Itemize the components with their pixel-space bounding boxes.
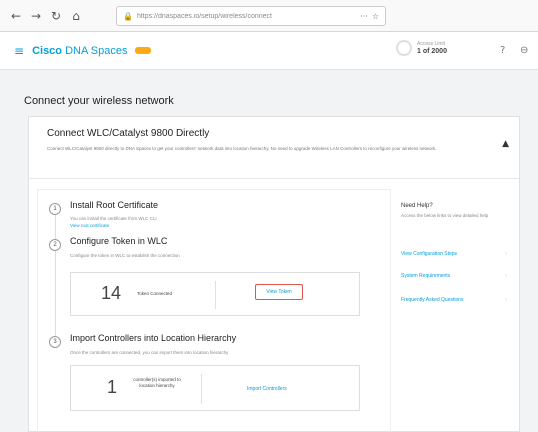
step-subtitle-1: You can install the certificate from WLC…	[70, 216, 157, 221]
step-title-2: Configure Token in WLC	[70, 236, 168, 246]
hamburger-menu-icon[interactable]: ≡	[14, 44, 24, 58]
address-bar[interactable]: 🔒 https://dnaspaces.io/setup/wireless/co…	[116, 6, 386, 26]
step-subtitle-3: Once the controllers are connected, you …	[70, 350, 229, 355]
stat-divider	[215, 281, 216, 309]
brand-prefix: Cisco	[32, 44, 63, 57]
account-usage-label: Access Limit	[417, 40, 446, 47]
help-link-configuration-steps[interactable]: View Configuration Steps ›	[401, 251, 513, 257]
controller-stat-box: 1 controller(s) imported to location hie…	[70, 365, 360, 411]
step-number-3: 3	[49, 336, 61, 348]
browser-toolbar: ← → ↻ ⌂ 🔒 https://dnaspaces.io/setup/wir…	[0, 0, 538, 32]
step-number-2: 2	[49, 239, 61, 251]
brand-badge	[134, 47, 151, 55]
brand-name: DNA Spaces	[65, 44, 128, 57]
stat-divider	[201, 374, 202, 404]
controller-count: 1	[107, 377, 118, 397]
brand-logo[interactable]: Cisco DNA Spaces	[32, 44, 151, 57]
chevron-right-icon: ›	[505, 251, 507, 257]
chevron-right-icon: ›	[505, 297, 507, 303]
card-description: Connect WLC/Catalyst 9800 directly to DN…	[47, 146, 437, 151]
account-usage-count: 1 of 2000	[417, 47, 447, 55]
step-title-3: Import Controllers into Location Hierarc…	[70, 333, 237, 343]
step-connector	[55, 214, 56, 344]
help-link-system-requirements[interactable]: System Requirements ›	[401, 273, 513, 279]
connect-card: Connect WLC/Catalyst 9800 Directly Conne…	[28, 116, 520, 432]
page-title: Connect your wireless network	[24, 95, 174, 107]
step-title-1: Install Root Certificate	[70, 200, 159, 210]
step-number-1: 1	[49, 203, 61, 215]
profile-icon[interactable]: ⊖	[520, 45, 528, 56]
lock-icon: 🔒	[123, 11, 133, 21]
reload-icon[interactable]: ↻	[48, 8, 64, 24]
steps-panel: 1 Install Root Certificate You can insta…	[37, 189, 391, 432]
token-count: 14	[101, 283, 122, 303]
help-description: Access the below links to view detailed …	[401, 213, 489, 218]
url-text: https://dnaspaces.io/setup/wireless/conn…	[136, 12, 272, 20]
usage-ring-icon	[396, 40, 412, 56]
token-stat-box: 14 Token Connected View Token	[70, 272, 360, 316]
home-icon[interactable]: ⌂	[68, 8, 84, 24]
page-actions-icon[interactable]: ···	[360, 12, 368, 21]
account-usage[interactable]: Access Limit 1 of 2000	[396, 40, 447, 56]
step-subtitle-2: Configure the token in WLC to establish …	[70, 253, 180, 258]
help-link-label: System Requirements	[401, 273, 451, 279]
card-title: Connect WLC/Catalyst 9800 Directly	[47, 128, 210, 139]
help-link-faq[interactable]: Frequently Asked Questions ›	[401, 297, 513, 304]
help-link-label: View Configuration Steps	[401, 251, 458, 257]
import-controllers-button[interactable]: Import Controllers	[247, 386, 287, 392]
help-title: Need Help?	[401, 203, 433, 209]
view-token-button[interactable]: View Token	[255, 284, 303, 300]
card-header[interactable]: Connect WLC/Catalyst 9800 Directly Conne…	[29, 117, 519, 179]
chevron-right-icon: ›	[505, 273, 507, 279]
help-panel: Need Help? Access the below links to vie…	[401, 189, 513, 303]
help-link-label: Frequently Asked Questions	[401, 297, 464, 303]
back-icon[interactable]: ←	[8, 8, 24, 24]
chevron-up-icon[interactable]: ▲	[502, 139, 509, 149]
controller-count-label: controller(s) imported to location hiera…	[133, 377, 181, 388]
view-root-certificate-link[interactable]: View root certificate	[70, 223, 109, 228]
token-count-label: Token Connected	[137, 291, 173, 296]
app-header: ≡ Cisco DNA Spaces Access Limit 1 of 200…	[0, 32, 538, 70]
help-icon[interactable]: ?	[500, 45, 505, 56]
forward-icon[interactable]: →	[28, 8, 44, 24]
bookmark-star-icon[interactable]: ☆	[372, 12, 379, 21]
